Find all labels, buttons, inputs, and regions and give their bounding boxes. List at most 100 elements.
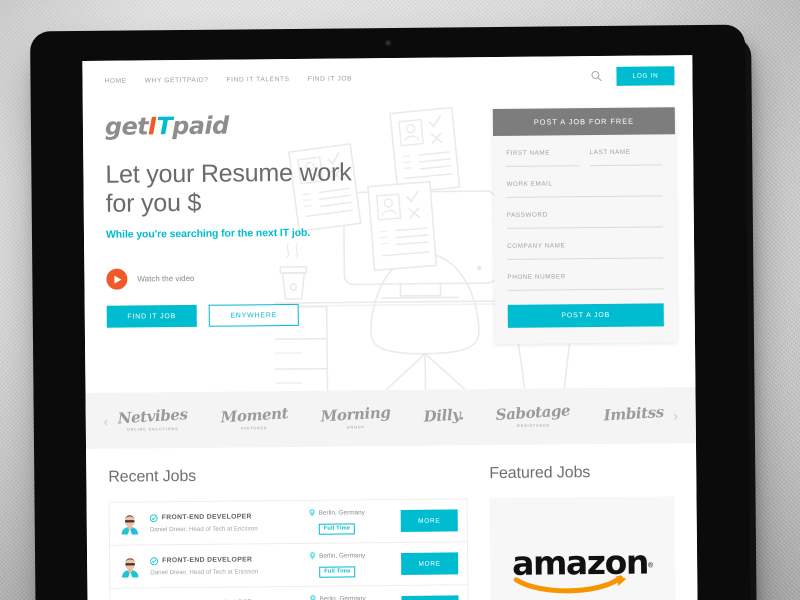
lower-content: Recent Jobs FRONT-END DEVELOPER Daniel D… <box>86 443 698 600</box>
phone-number-input[interactable] <box>507 288 664 291</box>
brand-logo-list: Netvibes ONLINE SOLUTIONS Moment PICTURE… <box>114 401 668 432</box>
hero-section: getITpaid Let your Resume work for you $… <box>82 95 696 393</box>
nav-link-home[interactable]: HOME <box>104 77 126 84</box>
password-input[interactable] <box>506 226 663 229</box>
laptop-device: HOME WHY GETITPAID? FIND IT TALENTS FIND… <box>30 24 761 600</box>
nav-right-group: LOG IN <box>591 65 675 86</box>
chevron-right-icon[interactable]: › <box>668 408 684 423</box>
brand-logo-sabotage[interactable]: Sabotage RESISTANCE <box>495 401 572 428</box>
webcam-icon <box>385 41 390 46</box>
brand-tagline: PICTURES <box>241 426 268 431</box>
brand-name: Morning <box>320 403 391 426</box>
brand-logo-imbitss[interactable]: Imbitss <box>603 402 665 425</box>
logo-part-paid: paid <box>172 111 229 141</box>
watch-video-label: Watch the video <box>137 273 195 284</box>
job-type-badge: Full Time <box>318 522 356 535</box>
brand-tagline: ONLINE SOLUTIONS <box>126 427 179 432</box>
job-poster: Daniel Dreier, Head of Tech at Ericsson <box>150 567 259 576</box>
last-name-input[interactable] <box>589 164 663 167</box>
work-email-input[interactable] <box>506 195 663 198</box>
search-icon[interactable] <box>591 70 603 82</box>
play-icon <box>106 268 128 290</box>
amazon-wordmark: amazon <box>511 542 649 583</box>
first-name-label: FIRST NAME <box>506 149 551 157</box>
post-a-job-form: FIRST NAME LAST NAME WORK EMAIL PASSWORD… <box>493 134 677 344</box>
location-pin-icon <box>310 595 316 600</box>
featured-jobs-title: Featured Jobs <box>489 464 591 483</box>
verified-check-icon <box>150 556 159 565</box>
brand-tagline: RESISTANCE <box>517 423 551 428</box>
table-row[interactable]: FRONT-END DEVELOPER Daniel Dreier, Head … <box>108 498 468 545</box>
job-info: FRONT-END DEVELOPER Daniel Dreier, Head … <box>150 555 300 575</box>
job-city: Berlin, Germany <box>318 508 365 517</box>
name-field-row: FIRST NAME LAST NAME <box>506 148 663 180</box>
more-button[interactable]: MORE <box>400 509 458 532</box>
job-location-block: Berlin, Germany Full Time <box>309 594 392 600</box>
password-label: PASSWORD <box>506 211 548 219</box>
hero-subheadline: While you're searching for the next IT j… <box>105 226 311 241</box>
last-name-field[interactable]: LAST NAME <box>589 148 663 167</box>
more-button[interactable]: MORE <box>401 595 459 600</box>
chevron-left-icon[interactable]: ‹ <box>98 413 114 428</box>
location-pin-icon <box>309 509 315 517</box>
job-city: Berlin, Germany <box>319 594 366 600</box>
work-email-label: WORK EMAIL <box>506 180 553 188</box>
more-button[interactable]: MORE <box>401 552 459 575</box>
registered-mark: ® <box>647 561 654 569</box>
brand-logo-netvibes[interactable]: Netvibes ONLINE SOLUTIONS <box>117 405 189 432</box>
nav-link-find-it-talents[interactable]: FIND IT TALENTS <box>226 75 289 83</box>
brand-logo-moment[interactable]: Moment PICTURES <box>220 404 288 431</box>
job-info: FRONT-END DEVELOPER Daniel Dreier, Head … <box>150 512 300 532</box>
enywhere-button[interactable]: ENYWHERE <box>208 303 299 327</box>
watch-video-link[interactable]: Watch the video <box>106 266 404 290</box>
amazon-logo: amazon® <box>511 542 654 597</box>
brand-logo-dilly[interactable]: Dilly. <box>423 405 464 426</box>
work-email-field[interactable]: WORK EMAIL <box>506 179 663 198</box>
hero-copy-block: getITpaid Let your Resume work for you $… <box>83 98 405 328</box>
brand-name: Imbitss <box>603 402 665 425</box>
job-title: FRONT-END DEVELOPER <box>161 513 252 522</box>
hero-headline: Let your Resume work for you $ <box>105 158 352 218</box>
site-logo[interactable]: getITpaid <box>104 111 403 141</box>
login-button[interactable]: LOG IN <box>616 65 675 86</box>
brand-tagline: GROUP <box>346 425 365 430</box>
laptop-bezel: HOME WHY GETITPAID? FIND IT TALENTS FIND… <box>30 24 751 600</box>
post-a-job-submit-button[interactable]: POST A JOB <box>507 303 664 328</box>
first-name-input[interactable] <box>506 165 579 167</box>
brand-logo-morning[interactable]: Morning GROUP <box>320 403 391 430</box>
featured-jobs-section: Featured Jobs amazon® <box>489 463 676 600</box>
job-title: FRONT-END DEVELOPER <box>162 556 253 565</box>
top-navigation-bar: HOME WHY GETITPAID? FIND IT TALENTS FIND… <box>82 55 693 101</box>
post-a-job-card: POST A JOB FOR FREE FIRST NAME LAST NAME <box>492 107 678 345</box>
post-a-job-card-title: POST A JOB FOR FREE <box>492 107 676 137</box>
location-pin-icon <box>309 552 316 560</box>
logo-part-get: get <box>104 112 149 141</box>
phone-number-field[interactable]: PHONE NUMBER <box>507 272 664 291</box>
job-location-block: Berlin, Germany Full Time <box>309 551 392 578</box>
find-it-job-button[interactable]: FIND IT JOB <box>106 304 197 328</box>
phone-number-label: PHONE NUMBER <box>507 273 566 281</box>
avatar <box>119 555 142 578</box>
job-poster: Daniel Dreier, Head of Tech at Ericsson <box>149 524 258 533</box>
last-name-label: LAST NAME <box>589 148 631 157</box>
brand-name: Netvibes <box>117 405 189 428</box>
featured-job-card-amazon[interactable]: amazon® <box>489 496 676 600</box>
job-location-block: Berlin, Germany Full Time <box>309 508 392 535</box>
password-field[interactable]: PASSWORD <box>506 210 663 229</box>
brand-name: Sabotage <box>495 401 572 424</box>
table-row[interactable]: FRONT-END DEVELOPER Daniel Dreier, Head … <box>108 541 469 588</box>
first-name-field[interactable]: FIRST NAME <box>506 149 579 167</box>
company-name-field[interactable]: COMPANY NAME <box>507 241 664 260</box>
table-row[interactable]: FRONT-END DEVELOPER Daniel Dreier, Head … <box>109 584 469 600</box>
nav-link-list: HOME WHY GETITPAID? FIND IT TALENTS FIND… <box>104 75 352 84</box>
hero-button-group: FIND IT JOB ENYWHERE <box>106 303 405 328</box>
nav-link-find-it-job[interactable]: FIND IT JOB <box>308 75 353 82</box>
brand-logo-carousel: ‹ Netvibes ONLINE SOLUTIONS Moment PICTU… <box>85 387 696 449</box>
job-type-badge: Full Time <box>319 565 356 578</box>
browser-viewport: HOME WHY GETITPAID? FIND IT TALENTS FIND… <box>82 55 698 600</box>
nav-link-why-getitpaid[interactable]: WHY GETITPAID? <box>145 76 209 84</box>
avatar <box>118 512 141 535</box>
logo-part-t: T <box>156 112 173 141</box>
recent-jobs-section: Recent Jobs FRONT-END DEVELOPER Daniel D… <box>108 465 469 600</box>
company-name-input[interactable] <box>507 257 664 260</box>
